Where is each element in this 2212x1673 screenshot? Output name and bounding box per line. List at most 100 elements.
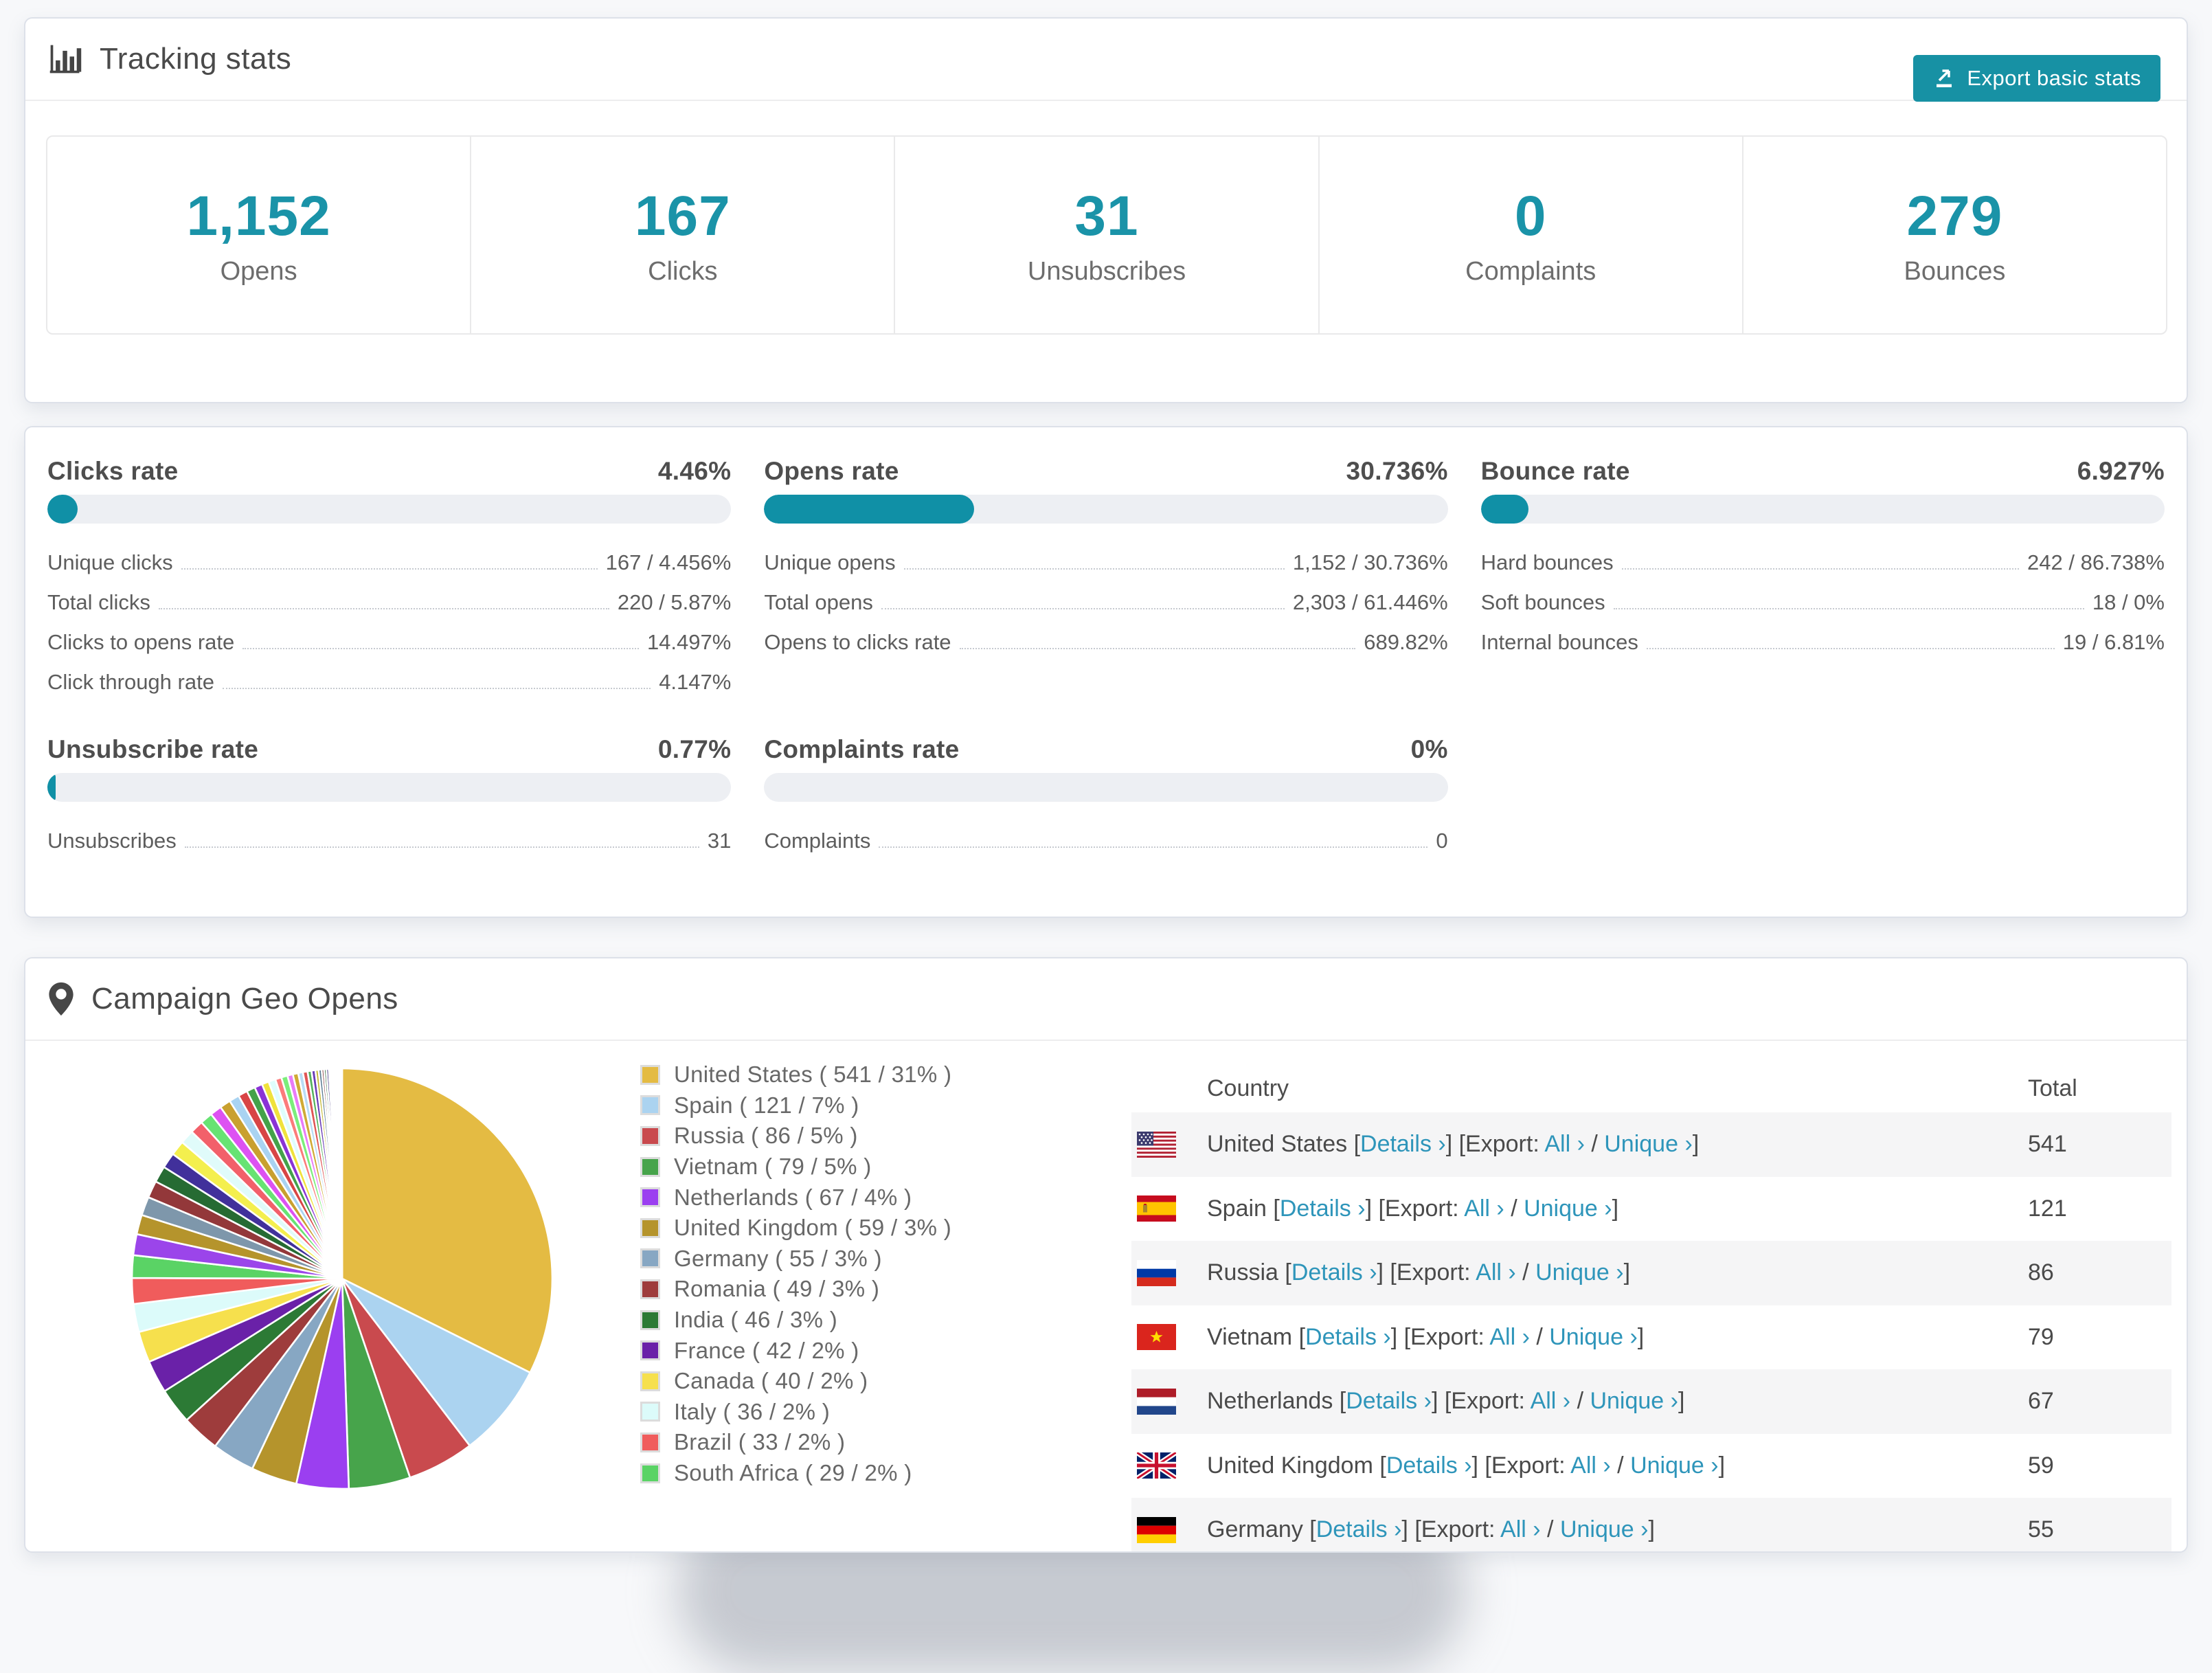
bar-chart-icon (47, 41, 83, 77)
detail-value: 242 / 86.738% (2027, 550, 2165, 574)
details-link[interactable]: Details › (1305, 1324, 1391, 1350)
dotted-leader (1613, 608, 2084, 609)
bracket-text: ] [Export: (1377, 1259, 1476, 1286)
legend-swatch (640, 1402, 660, 1422)
rate-progressbar (764, 495, 1448, 524)
export-all-link[interactable]: All › (1531, 1388, 1571, 1414)
rate-title-row: Bounce rate 6.927% (1481, 455, 2165, 488)
export-all-link[interactable]: All › (1464, 1195, 1504, 1222)
bracket-text: ] [Export: (1390, 1323, 1490, 1350)
legend-label: United Kingdom ( 59 / 3% ) (674, 1215, 951, 1241)
legend-swatch (640, 1156, 660, 1177)
export-unique-link[interactable]: Unique › (1524, 1195, 1612, 1222)
geo-legend: United States ( 541 / 31% ) Spain ( 121 /… (640, 1059, 951, 1488)
bracket-text: [ (1353, 1131, 1361, 1158)
detail-value: 167 / 4.456% (605, 550, 732, 574)
total-column-header: Total (2028, 1075, 2077, 1101)
country-name: United Kingdom (1207, 1452, 1380, 1479)
rate-title: Opens rate (764, 457, 899, 485)
geo-table-header: Country Total (1131, 1062, 2171, 1112)
details-link[interactable]: Details › (1386, 1452, 1472, 1479)
detail-label: Hard bounces (1480, 550, 1614, 574)
detail-value: 0 (1436, 829, 1448, 853)
legend-item: Spain ( 121 / 7% ) (640, 1090, 951, 1121)
rate-title-row: Complaints rate 0% (764, 733, 1447, 766)
legend-label: Canada ( 40 / 2% ) (674, 1368, 868, 1394)
legend-label: United States ( 541 / 31% ) (674, 1062, 952, 1088)
rate-title: Unsubscribe rate (47, 735, 259, 763)
legend-label: Spain ( 121 / 7% ) (674, 1092, 859, 1118)
detail-label: Total clicks (47, 590, 150, 614)
legend-item: Romania ( 49 / 3% ) (640, 1274, 951, 1305)
us-flag-icon (1137, 1131, 1176, 1158)
bracket-text: [ (1285, 1259, 1291, 1286)
dotted-leader (903, 568, 1285, 570)
rate-section-opens-rate: Opens rate 30.736% Unique opens 1,152 / 30.… (764, 455, 1448, 702)
legend-swatch (640, 1217, 660, 1238)
details-link[interactable]: Details › (1291, 1259, 1377, 1285)
rate-section-unsubscribe-rate: Unsubscribe rate 0.77% Unsubscribes 31 (47, 733, 732, 861)
legend-item: Germany ( 55 / 3% ) (640, 1244, 951, 1275)
bracket-text: ] (1692, 1131, 1700, 1158)
legend-item: South Africa ( 29 / 2% ) (640, 1458, 951, 1489)
details-link[interactable]: Details › (1346, 1388, 1432, 1414)
rate-detail-row: Complaints 0 (764, 821, 1447, 861)
legend-label: Netherlands ( 67 / 4% ) (674, 1184, 912, 1210)
country-cell: Russia [Details ›] [Export: All › / Uniq… (1207, 1259, 1630, 1286)
detail-label: Complaints (764, 829, 871, 853)
bracket-text: [ (1309, 1516, 1316, 1543)
export-unique-link[interactable]: Unique › (1535, 1259, 1624, 1285)
export-all-link[interactable]: All › (1476, 1259, 1516, 1285)
detail-label: Unique opens (764, 550, 896, 574)
bracket-text: [ (1339, 1388, 1346, 1415)
legend-swatch (640, 1248, 660, 1269)
legend-swatch (640, 1310, 660, 1330)
legend-item: Canada ( 40 / 2% ) (640, 1366, 951, 1397)
rate-detail-rows: Unique opens 1,152 / 30.736% Total opens 2,… (764, 543, 1447, 662)
stat-box-clicks: 167 Clicks (471, 137, 896, 333)
export-unique-link[interactable]: Unique › (1560, 1516, 1649, 1542)
legend-item: France ( 42 / 2% ) (640, 1335, 951, 1366)
bracket-text: ] [Export: (1445, 1131, 1545, 1158)
gb-flag-icon (1137, 1452, 1176, 1479)
country-name: United States (1207, 1131, 1354, 1158)
table-row: United Kingdom [Details ›] [Export: All … (1131, 1434, 2171, 1498)
legend-swatch (640, 1095, 660, 1116)
legend-swatch (640, 1463, 660, 1483)
bracket-text: / (1529, 1323, 1550, 1350)
dotted-leader (181, 568, 598, 570)
dotted-leader (242, 648, 639, 649)
country-total: 79 (2028, 1323, 2054, 1350)
geo-table: Country Total United States [Details ›] … (1131, 1062, 2171, 1551)
export-basic-stats-button[interactable]: Export basic stats (1913, 55, 2160, 102)
details-link[interactable]: Details › (1360, 1131, 1446, 1157)
dotted-leader (1621, 568, 2020, 570)
export-all-link[interactable]: All › (1489, 1324, 1530, 1350)
rate-section-clicks-rate: Clicks rate 4.46% Unique clicks 167 / 4.456… (47, 455, 732, 702)
stat-box-opens: 1,152 Opens (47, 137, 472, 333)
legend-swatch (640, 1432, 660, 1452)
legend-item: Italy ( 36 / 2% ) (640, 1397, 951, 1428)
export-all-link[interactable]: All › (1544, 1131, 1585, 1157)
legend-swatch (640, 1064, 660, 1085)
export-button-label: Export basic stats (1967, 66, 2141, 90)
rate-detail-row: Hard bounces 242 / 86.738% (1481, 543, 2165, 583)
rate-value: 0% (1410, 735, 1448, 763)
table-row: Vietnam [Details ›] [Export: All › / Uni… (1131, 1305, 2171, 1370)
country-cell: Vietnam [Details ›] [Export: All › / Uni… (1207, 1324, 1644, 1351)
legend-label: Russia ( 86 / 5% ) (674, 1123, 858, 1149)
detail-value: 220 / 5.87% (617, 590, 732, 614)
details-link[interactable]: Details › (1280, 1195, 1366, 1222)
details-link[interactable]: Details › (1316, 1516, 1402, 1542)
stat-value: 0 (1514, 184, 1547, 247)
legend-item: Netherlands ( 67 / 4% ) (640, 1182, 951, 1213)
export-unique-link[interactable]: Unique › (1630, 1452, 1719, 1479)
dotted-leader (222, 688, 651, 689)
export-unique-link[interactable]: Unique › (1604, 1131, 1693, 1157)
dotted-leader (184, 846, 699, 848)
export-unique-link[interactable]: Unique › (1590, 1388, 1678, 1414)
export-unique-link[interactable]: Unique › (1549, 1324, 1638, 1350)
rate-detail-row: Click through rate 4.147% (47, 662, 731, 702)
export-all-link[interactable]: All › (1500, 1516, 1541, 1542)
export-all-link[interactable]: All › (1570, 1452, 1611, 1479)
